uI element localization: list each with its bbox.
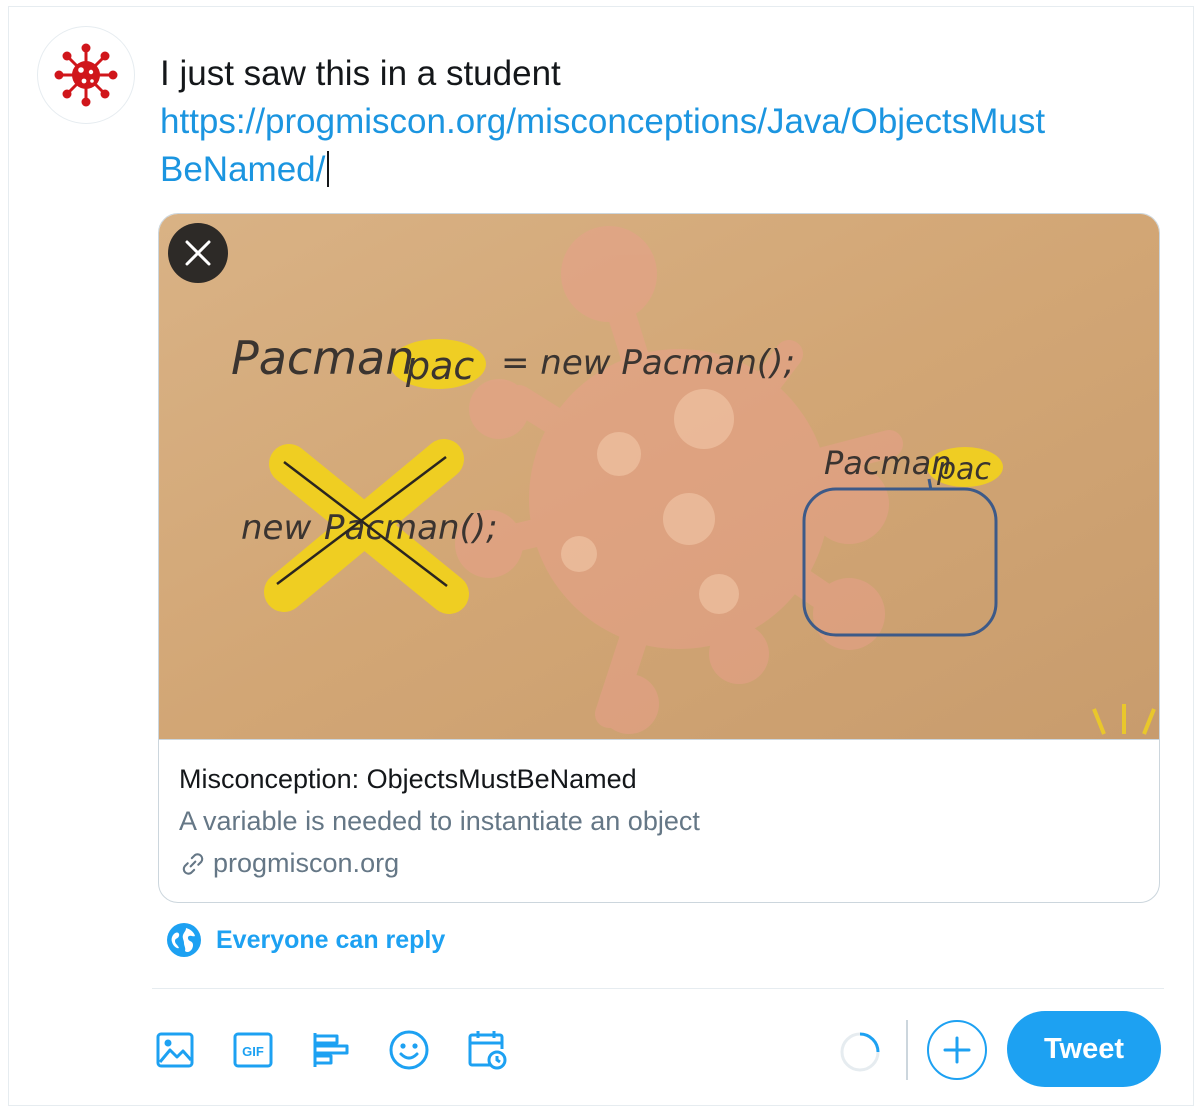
link-preview-card[interactable]: Pacman pac = new Pacman(); new Pacman();… — [158, 213, 1160, 903]
toolbar-divider — [152, 988, 1164, 989]
tweet-url-line2: BeNamed/ — [160, 150, 326, 189]
tweet-url-line1: https://progmiscon.org/misconceptions/Ja… — [160, 102, 1046, 141]
gif-icon: GIF — [233, 1032, 273, 1068]
schedule-button[interactable] — [465, 1028, 509, 1072]
link-preview-details: Misconception: ObjectsMustBeNamed A vari… — [159, 739, 1159, 902]
image-text-box-type: Pacman — [824, 444, 952, 482]
toolbar-separator — [906, 1020, 908, 1080]
virus-logo-icon — [54, 43, 118, 107]
text-caret — [327, 151, 330, 187]
globe-icon — [167, 923, 201, 957]
svg-text:GIF: GIF — [242, 1044, 264, 1059]
character-count-ring — [840, 1032, 880, 1072]
emoji-button[interactable] — [387, 1028, 431, 1072]
tweet-text: I just saw this in a student — [160, 54, 561, 93]
reply-setting-button[interactable]: Everyone can reply — [166, 922, 445, 958]
link-preview-image: Pacman pac = new Pacman(); new Pacman();… — [159, 214, 1159, 739]
emoji-icon — [389, 1030, 429, 1070]
close-icon — [185, 240, 211, 266]
media-button[interactable] — [153, 1028, 197, 1072]
add-tweet-button[interactable] — [927, 1020, 987, 1080]
plus-icon — [943, 1036, 971, 1064]
image-text-rest: = new Pacman(); — [501, 343, 795, 383]
poll-button[interactable] — [309, 1028, 353, 1072]
remove-card-button[interactable] — [168, 223, 228, 283]
schedule-icon — [468, 1031, 507, 1070]
image-icon — [156, 1032, 194, 1068]
link-icon — [182, 852, 204, 875]
avatar[interactable] — [37, 26, 135, 124]
card-domain: progmiscon.org — [179, 848, 399, 879]
reply-setting-label: Everyone can reply — [216, 925, 446, 954]
image-text-var: pac — [405, 344, 474, 388]
card-title: Misconception: ObjectsMustBeNamed — [179, 764, 637, 794]
gif-button[interactable]: GIF — [231, 1028, 275, 1072]
image-text-box-var: pac — [936, 452, 991, 487]
poll-icon — [313, 1033, 349, 1067]
card-domain-text: progmiscon.org — [213, 848, 400, 878]
image-text-type: Pacman — [231, 331, 414, 385]
tweet-text-editor[interactable]: I just saw this in a student https://pro… — [160, 50, 1160, 194]
image-text-crossed-new: new — [241, 508, 311, 548]
card-description: A variable is needed to instantiate an o… — [179, 806, 700, 836]
tweet-button[interactable]: Tweet — [1007, 1011, 1161, 1087]
